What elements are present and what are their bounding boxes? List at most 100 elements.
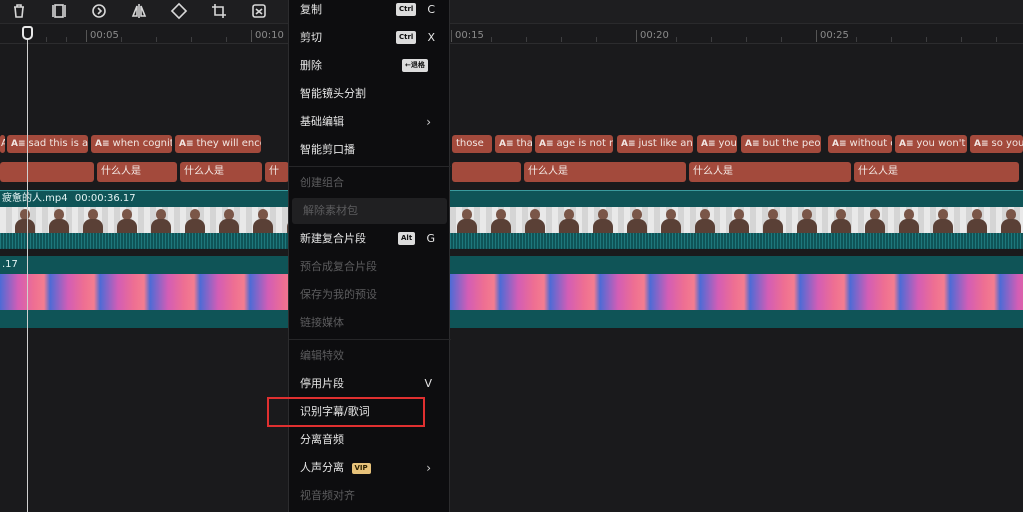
subtitle-clip[interactable]: A≡ they will enco <box>175 135 261 153</box>
video-thumbnail-frame <box>522 207 548 233</box>
menu-item-smart-split[interactable]: 智能镜头分割 <box>289 81 451 107</box>
subtitle-clip[interactable]: A≡ sad this is a <box>7 135 88 153</box>
text-clip[interactable]: 什么人是 <box>180 162 262 182</box>
text-clip[interactable] <box>452 162 521 182</box>
effect-thumbnail-strip <box>0 274 1023 310</box>
video-thumbnail-frame <box>862 207 888 233</box>
subtitle-clip[interactable]: A≡ you won't <box>895 135 967 153</box>
effect-clip-duration: .17 <box>2 259 18 270</box>
video-thumbnail-frame <box>590 207 616 233</box>
video-filmstrip <box>0 207 1023 233</box>
backspace-key-badge: ←退格 <box>402 59 428 72</box>
video-clip-name: 疲惫的人.mp4 <box>2 193 68 204</box>
menu-divider <box>289 166 451 167</box>
video-thumbnail-frame <box>658 207 684 233</box>
effect-track[interactable]: .17 <box>0 256 1023 328</box>
vip-badge: VIP <box>351 462 371 474</box>
ctrl-key-badge: Ctrl <box>396 3 417 16</box>
video-thumbnail-frame <box>624 207 650 233</box>
video-thumbnail-frame <box>182 207 208 233</box>
video-thumbnail-frame <box>148 207 174 233</box>
chevron-right-icon: › <box>426 461 431 475</box>
ctrl-key-badge: Ctrl <box>396 31 417 44</box>
context-menu: 复制 Ctrl C 剪切 Ctrl X 删除 ←退格 智能镜头分割 基础编辑 ›… <box>288 0 451 512</box>
text-track: 什么人是 什么人是 什 什么人是 什么人是 什么人是 <box>0 162 1023 184</box>
audio-waveform <box>0 233 1023 249</box>
video-thumbnail-frame <box>12 207 38 233</box>
video-clip-header: 疲惫的人.mp4 00:00:36.17 <box>0 191 1023 207</box>
subtitle-clip[interactable]: A≡ age is not n <box>535 135 613 153</box>
menu-item-pre-compound: 预合成复合片段 <box>300 260 377 273</box>
text-clip[interactable]: 什么人是 <box>854 162 1019 182</box>
video-thumbnail-frame <box>488 207 514 233</box>
subtitle-track: A A≡ sad this is a A≡ when cognit A≡ they w… <box>0 135 1023 155</box>
video-thumbnail-frame <box>114 207 140 233</box>
video-track[interactable]: 疲惫的人.mp4 00:00:36.17 <box>0 190 1023 249</box>
playhead-handle[interactable] <box>22 26 33 40</box>
subtitle-clip[interactable]: A≡ when cognit <box>91 135 172 153</box>
menu-item-link-media: 链接媒体 <box>300 316 344 329</box>
video-thumbnail-frame <box>828 207 854 233</box>
subtitle-clip[interactable]: A≡ you <box>697 135 737 153</box>
ruler-tick: 00:15 <box>451 30 484 42</box>
ruler-tick: 00:10 <box>251 30 284 42</box>
ruler-tick: 00:20 <box>636 30 669 42</box>
menu-item-release-material: 解除素材包 <box>292 198 447 224</box>
freeze-frame-icon[interactable] <box>48 1 70 21</box>
video-thumbnail-frame <box>250 207 276 233</box>
subtitle-clip[interactable]: A≡ so you <box>970 135 1023 153</box>
video-thumbnail-frame <box>998 207 1023 233</box>
video-thumbnail-frame <box>930 207 956 233</box>
crop-icon[interactable] <box>208 1 230 21</box>
highlight-box <box>267 397 425 427</box>
video-thumbnail-frame <box>454 207 480 233</box>
subtitle-clip[interactable]: A <box>0 135 5 153</box>
menu-item-cut[interactable]: 剪切 Ctrl X <box>289 25 451 51</box>
menu-item-save-preset: 保存为我的预设 <box>300 288 377 301</box>
ruler-tick: 00:05 <box>86 30 119 42</box>
text-clip[interactable]: 什 <box>265 162 289 182</box>
video-thumbnail-frame <box>964 207 990 233</box>
menu-item-create-group: 创建组合 <box>300 176 344 189</box>
menu-item-delete[interactable]: 删除 ←退格 <box>289 53 451 79</box>
menu-item-disable-clip[interactable]: 停用片段 V <box>289 371 451 397</box>
text-clip[interactable] <box>0 162 94 182</box>
video-thumbnail-frame <box>80 207 106 233</box>
video-clip-duration: 00:00:36.17 <box>74 193 136 204</box>
video-thumbnail-frame <box>896 207 922 233</box>
alt-key-badge: Alt <box>398 232 416 245</box>
menu-item-new-compound[interactable]: 新建复合片段 Alt G <box>289 226 451 252</box>
video-thumbnail-frame <box>556 207 582 233</box>
ruler-tick: 00:25 <box>816 30 849 42</box>
rotate-icon[interactable] <box>168 1 190 21</box>
delete-icon[interactable] <box>8 1 30 21</box>
chevron-right-icon: › <box>426 115 431 129</box>
timeline-toolbar <box>0 0 1023 24</box>
text-clip[interactable]: 什么人是 <box>97 162 177 182</box>
mirror-icon[interactable] <box>128 1 150 21</box>
playhead-line[interactable] <box>27 36 28 512</box>
timeline-ruler[interactable]: 00:05 00:10 00:15 00:20 00:25 <box>0 24 1023 44</box>
subtitle-clip[interactable]: A≡ but the peop <box>741 135 821 153</box>
menu-item-copy[interactable]: 复制 Ctrl C <box>289 0 451 23</box>
menu-item-smart-cut[interactable]: 智能剪口播 <box>289 137 451 163</box>
menu-item-edit-effect: 编辑特效 <box>300 349 344 362</box>
menu-item-basic-edit[interactable]: 基础编辑 › <box>289 109 451 135</box>
subtitle-clip[interactable]: those <box>452 135 492 153</box>
menu-item-voice-separation[interactable]: 人声分离 VIP › <box>289 455 451 481</box>
reverse-play-icon[interactable] <box>88 1 110 21</box>
menu-item-av-align: 视音频对齐 <box>300 489 355 502</box>
menu-divider <box>289 339 451 340</box>
menu-item-separate-audio[interactable]: 分离音频 <box>289 427 451 453</box>
video-thumbnail-frame <box>760 207 786 233</box>
subtitle-clip[interactable]: A≡ just like an <box>617 135 693 153</box>
text-clip[interactable]: 什么人是 <box>524 162 686 182</box>
smart-cut-icon[interactable] <box>248 1 270 21</box>
video-thumbnail-frame <box>726 207 752 233</box>
video-thumbnail-frame <box>216 207 242 233</box>
subtitle-clip[interactable]: A≡ tha <box>495 135 532 153</box>
video-thumbnail-frame <box>692 207 718 233</box>
text-clip[interactable]: 什么人是 <box>689 162 851 182</box>
subtitle-clip[interactable]: A≡ without c <box>828 135 892 153</box>
video-thumbnail-frame <box>794 207 820 233</box>
